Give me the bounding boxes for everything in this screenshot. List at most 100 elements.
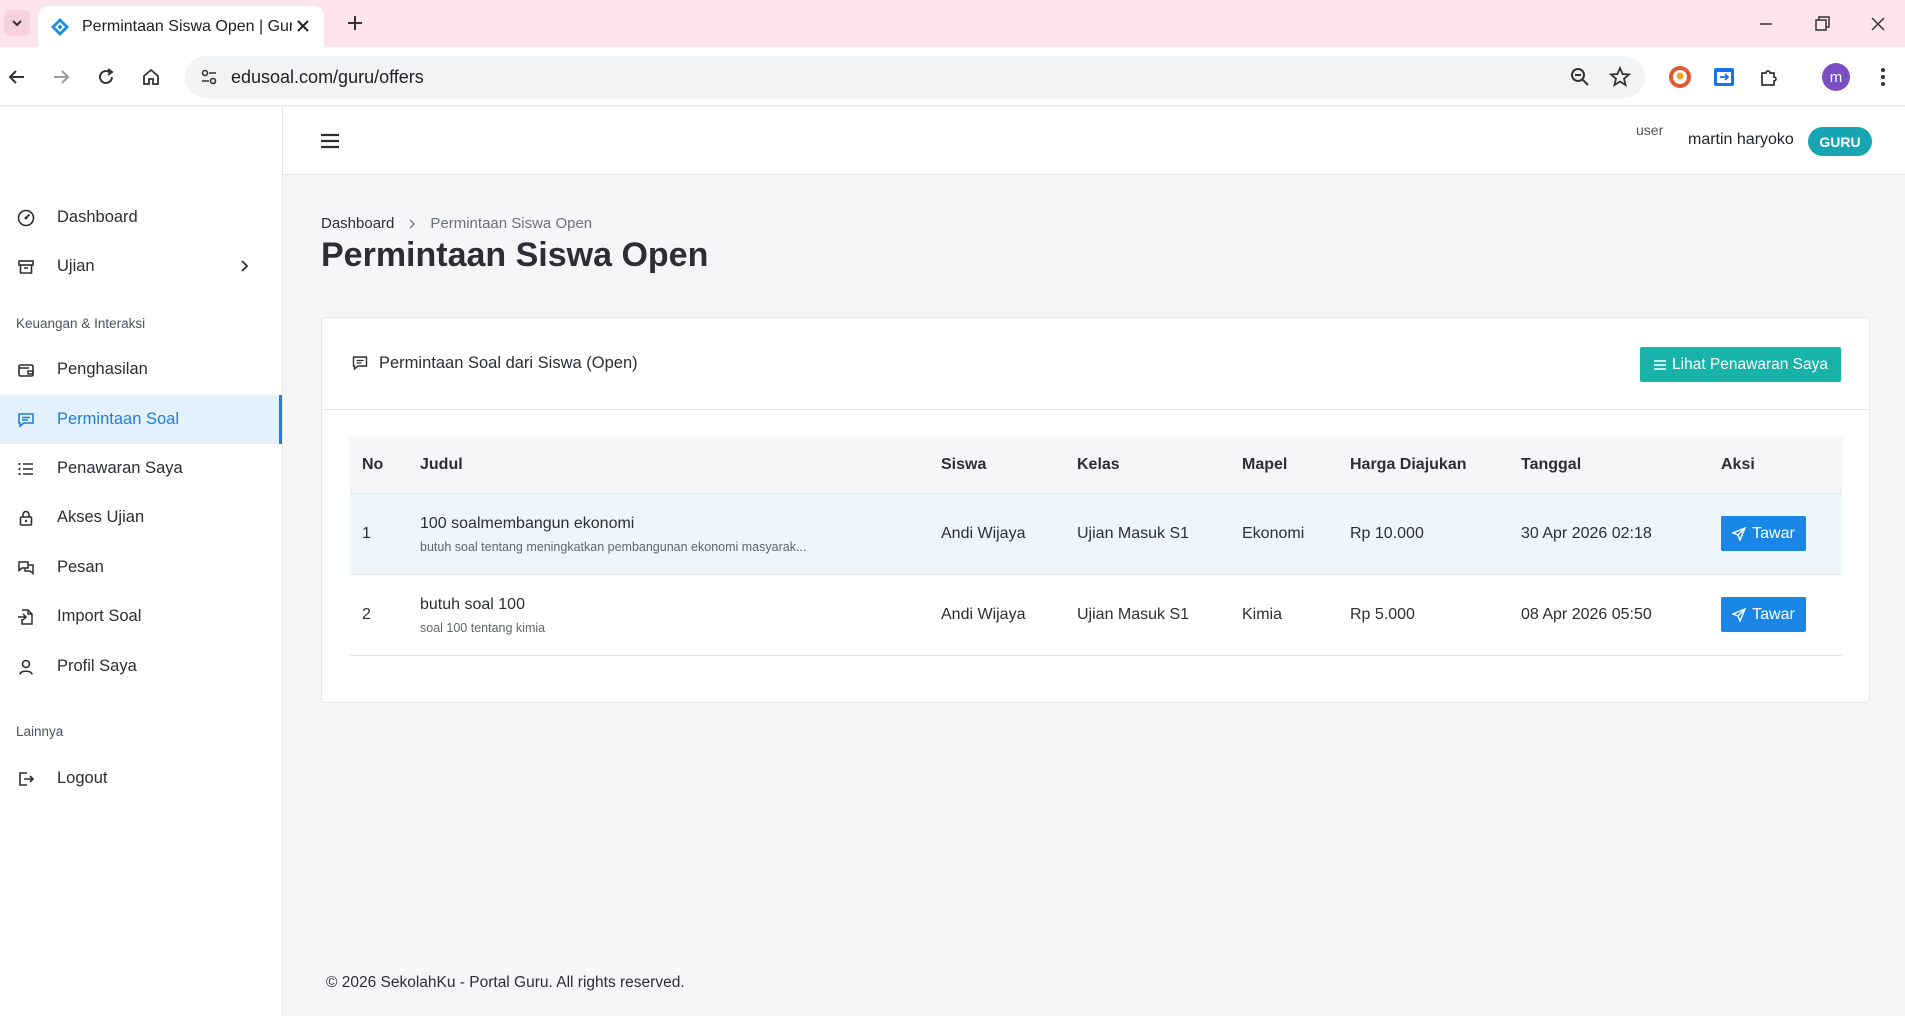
reload-button[interactable] xyxy=(93,64,119,90)
student-name: Andi Wijaya xyxy=(941,606,1026,623)
browser-tab[interactable]: Permintaan Siswa Open | Guru S xyxy=(38,6,324,47)
subject: Kimia xyxy=(1242,606,1283,623)
breadcrumb: Dashboard Permintaan Siswa Open xyxy=(321,215,592,232)
forward-button[interactable] xyxy=(48,64,74,90)
sidebar-section-title: Lainnya xyxy=(16,724,64,739)
request-description: butuh soal tentang meningkatkan pembangu… xyxy=(420,540,807,554)
table-row: 1 100 soalmembangun ekonomi butuh soal t… xyxy=(350,494,1842,575)
chat-icon xyxy=(352,356,368,371)
sidebar-item-import-soal[interactable]: Import Soal xyxy=(0,592,282,641)
sidebar-item-penghasilan[interactable]: Penghasilan xyxy=(0,345,282,394)
sidebar-item-pesan[interactable]: Pesan xyxy=(0,543,282,592)
request-title: 100 soalmembangun ekonomi xyxy=(420,515,635,532)
browser-tab-strip: Permintaan Siswa Open | Guru S xyxy=(0,0,1905,47)
offer-button[interactable]: Tawar xyxy=(1721,597,1806,632)
extensions-puzzle-icon[interactable] xyxy=(1755,63,1783,91)
extension-duckduckgo-icon[interactable] xyxy=(1666,63,1694,91)
list-icon xyxy=(1654,359,1667,370)
table-row: 2 butuh soal 100 soal 100 tentang kimia … xyxy=(350,575,1842,656)
subject: Ekonomi xyxy=(1242,525,1305,542)
sidebar-item-dashboard[interactable]: Dashboard xyxy=(0,193,282,242)
chat-icon xyxy=(16,410,36,430)
sidebar-item-profil-saya[interactable]: Profil Saya xyxy=(0,642,282,691)
close-tab-icon[interactable] xyxy=(294,17,312,35)
row-number: 1 xyxy=(362,525,371,542)
arrow-left-icon xyxy=(8,70,24,84)
address-bar[interactable]: edusoal.com/guru/offers xyxy=(185,56,1645,98)
site-info-icon[interactable] xyxy=(197,65,221,89)
top-header: user martin haryoko GURU xyxy=(283,107,1905,175)
tab-search-button[interactable] xyxy=(4,10,30,36)
profile-avatar[interactable]: m xyxy=(1822,63,1850,91)
hamburger-menu-icon[interactable] xyxy=(319,131,341,151)
zoom-icon[interactable] xyxy=(1568,65,1592,89)
minimize-icon[interactable] xyxy=(1754,12,1778,36)
tab-title: Permintaan Siswa Open | Guru S xyxy=(82,17,292,35)
sidebar-item-label: Import Soal xyxy=(57,607,142,625)
column-header: No xyxy=(362,456,384,473)
view-my-offers-label: Lihat Penawaran Saya xyxy=(1672,355,1828,373)
home-button[interactable] xyxy=(138,64,164,90)
sidebar-item-permintaan-soal[interactable]: Permintaan Soal xyxy=(0,395,282,444)
sidebar-item-penawaran-saya[interactable]: Penawaran Saya xyxy=(0,444,282,493)
site-logo-icon xyxy=(51,17,69,36)
role-badge: GURU xyxy=(1808,127,1872,156)
gauge-icon xyxy=(16,208,36,228)
new-tab-icon[interactable] xyxy=(343,11,367,35)
avatar[interactable]: user xyxy=(1636,122,1676,146)
bookmark-star-icon[interactable] xyxy=(1608,65,1632,89)
request-title: butuh soal 100 xyxy=(420,596,525,613)
table-header: No Judul Siswa Kelas Mapel Harga Diajuka… xyxy=(350,437,1842,494)
home-icon xyxy=(143,68,159,85)
sidebar-item-akses-ujian[interactable]: Akses Ujian xyxy=(0,493,282,542)
offer-button-label: Tawar xyxy=(1752,605,1795,623)
proposed-price: Rp 5.000 xyxy=(1350,606,1415,623)
sidebar-item-label: Profil Saya xyxy=(57,657,137,675)
wallet-icon xyxy=(16,360,36,380)
breadcrumb-home-link[interactable]: Dashboard xyxy=(321,215,394,232)
messages-icon xyxy=(16,558,36,578)
sidebar: Dashboard Ujian Keuangan & Interaksi Pen… xyxy=(0,107,283,1016)
view-my-offers-button[interactable]: Lihat Penawaran Saya xyxy=(1640,347,1841,382)
profile-initial: m xyxy=(1829,68,1843,86)
column-header: Mapel xyxy=(1242,456,1288,473)
sidebar-item-ujian[interactable]: Ujian xyxy=(0,242,282,291)
file-import-icon xyxy=(16,607,36,627)
sidebar-item-logout[interactable]: Logout xyxy=(0,754,282,803)
sidebar-item-label: Dashboard xyxy=(57,208,138,226)
sidebar-item-label: Logout xyxy=(57,769,108,787)
extension-translate-icon[interactable] xyxy=(1710,63,1738,91)
window-close-icon[interactable] xyxy=(1866,12,1890,36)
sidebar-section-title: Keuangan & Interaksi xyxy=(16,316,146,331)
send-icon xyxy=(1732,526,1747,541)
sidebar-item-label: Penawaran Saya xyxy=(57,459,183,477)
column-header: Kelas xyxy=(1077,456,1120,473)
url-text[interactable]: edusoal.com/guru/offers xyxy=(231,67,424,88)
proposed-price: Rp 10.000 xyxy=(1350,525,1424,542)
class-name: Ujian Masuk S1 xyxy=(1077,525,1190,542)
browser-menu-button[interactable] xyxy=(1870,64,1896,90)
column-header: Siswa xyxy=(941,456,987,473)
reload-icon xyxy=(99,68,114,84)
offer-button-label: Tawar xyxy=(1752,524,1795,542)
class-name: Ujian Masuk S1 xyxy=(1077,606,1190,623)
back-button[interactable] xyxy=(4,64,30,90)
column-header: Judul xyxy=(420,456,463,473)
offer-button[interactable]: Tawar xyxy=(1721,516,1806,551)
user-icon xyxy=(16,657,36,677)
requests-card: Permintaan Soal dari Siswa (Open) Lihat … xyxy=(321,317,1870,703)
kebab-menu-icon xyxy=(1881,68,1885,86)
chevron-down-icon xyxy=(12,20,22,27)
archive-icon xyxy=(16,257,36,277)
request-date: 08 Apr 2026 05:50 xyxy=(1521,606,1652,623)
request-date: 30 Apr 2026 02:18 xyxy=(1521,525,1652,542)
lock-icon xyxy=(16,508,36,528)
requests-table: No Judul Siswa Kelas Mapel Harga Diajuka… xyxy=(350,437,1842,656)
user-name[interactable]: martin haryoko xyxy=(1688,131,1794,149)
sidebar-item-label: Permintaan Soal xyxy=(57,410,179,428)
column-header: Harga Diajukan xyxy=(1350,456,1467,473)
chevron-right-icon xyxy=(409,219,416,228)
card-title: Permintaan Soal dari Siswa (Open) xyxy=(379,354,638,372)
list-icon xyxy=(16,459,36,479)
restore-icon[interactable] xyxy=(1810,12,1834,36)
